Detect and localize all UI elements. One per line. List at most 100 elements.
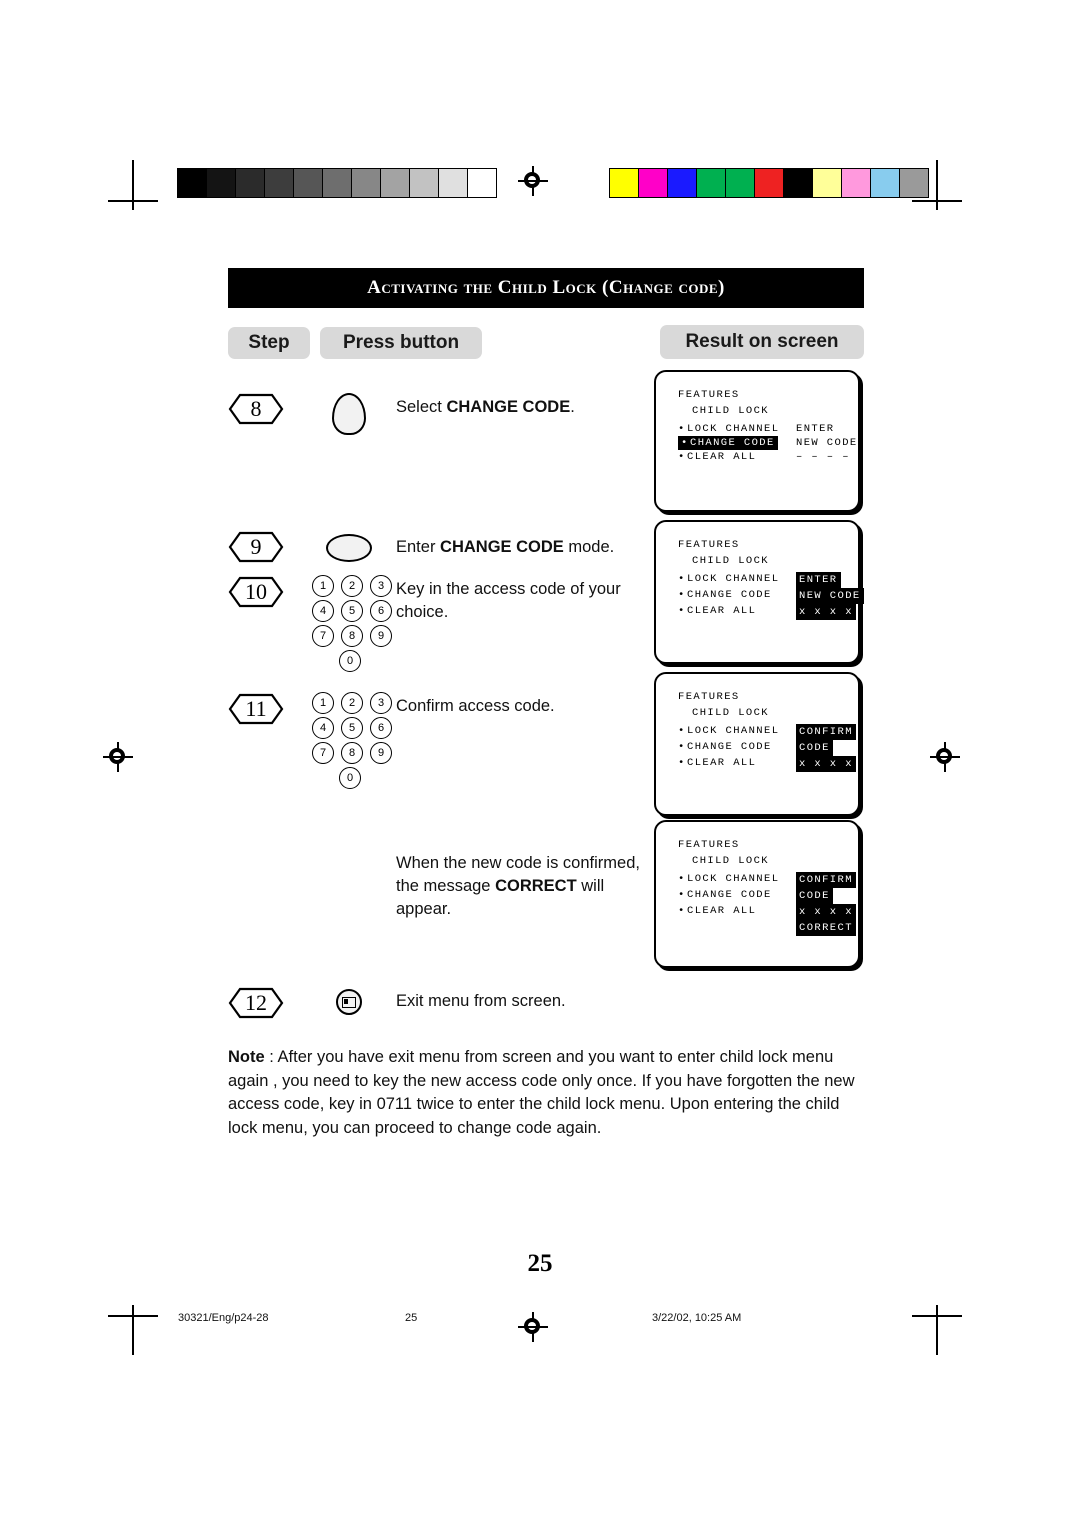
step-number-12: 12 [228,986,284,1020]
key-1[interactable]: 1 [312,692,334,714]
column-header-step: Step [228,327,310,359]
step-number-10-text: 10 [245,579,267,604]
osd-row-label: •CLEAR ALL [678,757,757,769]
osd-row: •CLEAR ALL x x x x [678,756,856,772]
step-number-8: 8 [228,392,284,426]
keypad-row: 4 5 6 [312,600,399,625]
osd-row: •LOCK CHANNEL ENTER [678,572,864,588]
osd-row-value: ENTER [796,423,835,435]
note-block: Note : After you have exit menu from scr… [228,1048,855,1137]
osd-row-label: •CHANGE CODE [678,589,772,601]
step-number-10: 10 [228,575,284,609]
key-8[interactable]: 8 [341,625,363,647]
step-11-instruction: Confirm access code. [396,697,555,715]
osd-row-value: NEW CODE [796,437,858,449]
osd-subheader: CHILD LOCK [692,707,770,719]
osd-row-value: ENTER [796,572,841,588]
osd-row-value: x x x x [796,904,856,920]
page-title-text: Activating the Child Lock (Change code) [367,277,725,298]
page-title: Activating the Child Lock (Change code) [228,268,864,308]
key-2[interactable]: 2 [341,692,363,714]
osd-row: •CLEAR ALL – – – – [678,450,858,464]
key-7[interactable]: 7 [312,625,334,647]
page-number: 25 [527,1250,553,1277]
numeric-keypad-step-10[interactable]: 1 2 3 4 5 6 7 8 9 0 [312,575,399,675]
osd-menu-step-8: FEATURES CHILD LOCK •LOCK CHANNEL ENTER … [678,388,858,464]
key-9[interactable]: 9 [370,625,392,647]
osd-row: •CHANGE CODE CODE [678,888,856,904]
step-number-11-text: 11 [245,696,267,721]
osd-row-label: •CLEAR ALL [678,451,757,463]
tv-screen-correct: FEATURES CHILD LOCK •LOCK CHANNEL CONFIR… [654,820,860,968]
key-4[interactable]: 4 [312,717,334,739]
osd-header: FEATURES [678,389,740,401]
key-5[interactable]: 5 [341,600,363,622]
osd-menu-step-9: FEATURES CHILD LOCK •LOCK CHANNEL ENTER … [678,538,864,620]
osd-row: •CHANGE CODE NEW CODE [678,436,858,450]
keypad-row: 1 2 3 [312,692,399,717]
column-header-result-on-screen: Result on screen [660,325,864,359]
osd-row-label: •CLEAR ALL [678,905,757,917]
key-7[interactable]: 7 [312,742,334,764]
osd-row: •CLEAR ALL x x x x [678,604,864,620]
tv-screen-step-8: FEATURES CHILD LOCK •LOCK CHANNEL ENTER … [654,370,860,512]
osd-row-label: •CLEAR ALL [678,605,757,617]
osd-menu-step-11: FEATURES CHILD LOCK •LOCK CHANNEL CONFIR… [678,690,856,772]
osd-row: •CHANGE CODE NEW CODE [678,588,864,604]
osd-row-value: CONFIRM [796,872,856,888]
registration-mark-right [930,742,960,772]
osd-row-value: CONFIRM [796,724,856,740]
osd-row-label: •CHANGE CODE [678,436,796,450]
footer-right: 3/22/02, 10:25 AM [652,1312,742,1324]
key-6[interactable]: 6 [370,600,392,622]
osd-row: •LOCK CHANNEL CONFIRM [678,872,856,888]
osd-subheader: CHILD LOCK [692,555,770,567]
key-5[interactable]: 5 [341,717,363,739]
key-0[interactable]: 0 [339,650,361,672]
key-3[interactable]: 3 [370,692,392,714]
keypad-row: 4 5 6 [312,717,399,742]
osd-row: •CHANGE CODE CODE [678,740,856,756]
osd-row-label: •LOCK CHANNEL [678,725,780,737]
keypad-row: 7 8 9 [312,742,399,767]
color-calibration-bar [609,168,929,198]
step-12-instruction: Exit menu from screen. [396,992,566,1010]
registration-mark-top [518,166,548,196]
ok-button[interactable] [326,534,372,562]
step-8-instruction: Select CHANGE CODE. [396,398,575,416]
key-6[interactable]: 6 [370,717,392,739]
correct-message-instruction: When the new code is confirmed, the mess… [396,854,640,918]
column-header-press-button: Press button [320,327,482,359]
key-2[interactable]: 2 [341,575,363,597]
key-9[interactable]: 9 [370,742,392,764]
footer-center: 25 [405,1312,418,1324]
numeric-keypad-step-11[interactable]: 1 2 3 4 5 6 7 8 9 0 [312,692,399,792]
osd-row-label: •LOCK CHANNEL [678,573,780,585]
osd-row-value: x x x x [796,604,856,620]
keypad-row: 7 8 9 [312,625,399,650]
key-4[interactable]: 4 [312,600,334,622]
osd-row-value: CODE [796,740,833,756]
step-10-instruction: Key in the access code of your choice. [396,580,621,621]
registration-mark-bottom [518,1312,548,1342]
key-1[interactable]: 1 [312,575,334,597]
osd-row: •LOCK CHANNEL CONFIRM [678,724,856,740]
step-number-9-text: 9 [250,534,262,559]
osd-row-label: •CHANGE CODE [678,889,772,901]
menu-icon[interactable] [336,989,362,1015]
key-8[interactable]: 8 [341,742,363,764]
osd-row-value: x x x x [796,756,856,772]
greyscale-calibration-bar [177,168,497,198]
osd-row-value: – – – – [796,451,850,463]
cursor-down-button[interactable] [332,393,366,435]
osd-header: FEATURES [678,539,740,551]
osd-subheader: CHILD LOCK [692,405,770,417]
keypad-row: 1 2 3 [312,575,399,600]
key-0[interactable]: 0 [339,767,361,789]
step-number-8-text: 8 [250,396,262,421]
step-number-9: 9 [228,530,284,564]
step-9-instruction: Enter CHANGE CODE mode. [396,538,615,556]
osd-row: CORRECT [678,920,856,936]
key-3[interactable]: 3 [370,575,392,597]
osd-row-label: •LOCK CHANNEL [678,423,780,435]
